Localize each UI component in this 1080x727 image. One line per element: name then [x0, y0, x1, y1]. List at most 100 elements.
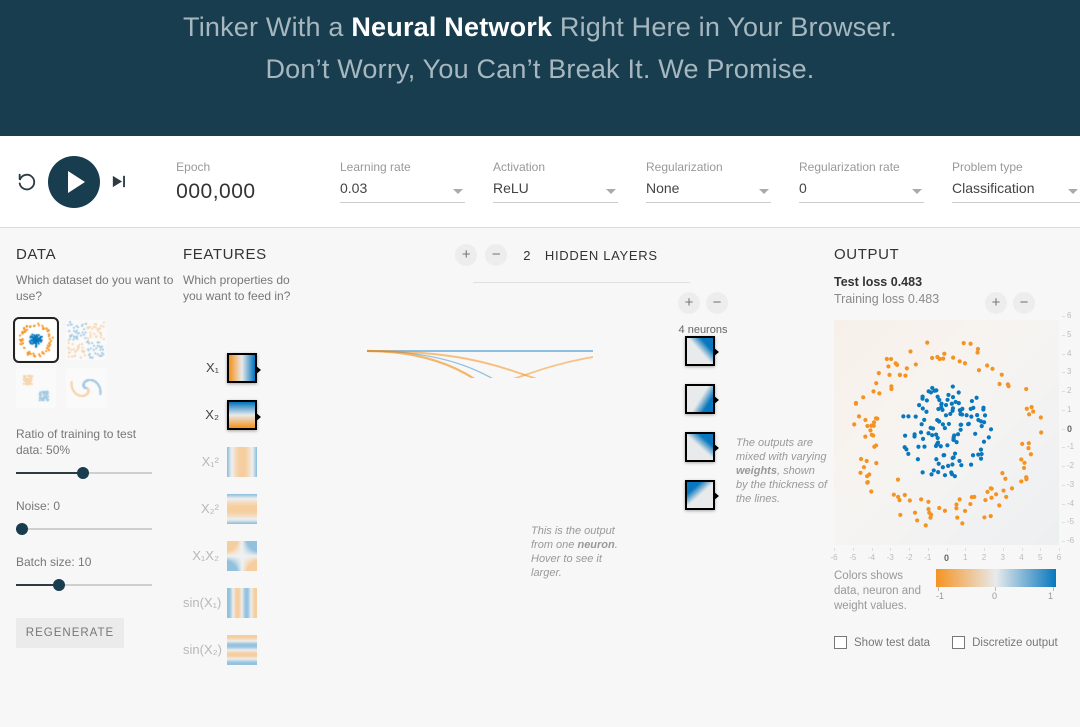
add-neuron-layer-1-button[interactable]: +: [678, 292, 700, 314]
discretize-output-checkbox[interactable]: Discretize output: [952, 636, 1058, 649]
ratio-slider-knob[interactable]: [77, 467, 89, 479]
features-panel-subtitle: Which properties do you want to feed in?: [183, 272, 293, 304]
feature-row-x1x2[interactable]: X₁X₂: [183, 532, 293, 579]
hidden-layers-label: HIDDEN LAYERS: [545, 248, 658, 263]
y-tick: -2: [1067, 461, 1074, 470]
problem-type-select[interactable]: Classification: [952, 180, 1080, 203]
x-tick: -3: [887, 553, 894, 562]
x-tick-mark: [984, 548, 985, 551]
activation-select[interactable]: ReLU: [493, 180, 618, 203]
y-tick-mark: [1062, 354, 1065, 355]
neuron-hint-note: This is the output from one neuron. Hove…: [531, 524, 623, 580]
feature-thumbnail-x2sq[interactable]: [227, 494, 257, 524]
gauss-dataset[interactable]: [16, 368, 56, 408]
x-tick-mark: [890, 548, 891, 551]
color-legend-text: Colors shows data, neuron and weight val…: [834, 569, 926, 614]
spiral-dataset[interactable]: [66, 368, 106, 408]
feature-thumbnail-x1sq[interactable]: [227, 447, 257, 477]
noise-slider-knob[interactable]: [16, 523, 28, 535]
x-tick: -4: [868, 553, 875, 562]
activation-value: ReLU: [493, 180, 529, 196]
feature-thumbnail-x1x2[interactable]: [227, 541, 257, 571]
y-tick-mark: [1062, 335, 1065, 336]
training-loss-value: 0.483: [908, 292, 939, 306]
learning-rate-select[interactable]: 0.03: [340, 180, 465, 203]
feature-thumbnail-x1[interactable]: [227, 353, 257, 383]
feature-thumbnail-x2[interactable]: [227, 400, 257, 430]
xor-dataset[interactable]: [66, 320, 106, 360]
y-tick-mark: [1062, 429, 1065, 430]
y-tick: -1: [1067, 442, 1074, 451]
feature-row-sinx1[interactable]: sin(X₁): [183, 579, 293, 626]
checkbox-icon: [834, 636, 847, 649]
regenerate-button[interactable]: REGENERATE: [16, 618, 124, 648]
feature-thumbnail-sinx1[interactable]: [227, 588, 257, 618]
batch-label: Batch size: 10: [16, 554, 152, 570]
x-tick: 4: [1019, 553, 1023, 562]
batch-slider-knob[interactable]: [53, 579, 65, 591]
neuron-layer1-0[interactable]: [685, 336, 715, 366]
feature-row-sinx2[interactable]: sin(X₂): [183, 626, 293, 673]
regularization-label: Regularization: [646, 160, 771, 174]
hidden-layer-controls: + − 2 HIDDEN LAYERS: [293, 228, 820, 266]
step-forward-icon[interactable]: [110, 173, 127, 190]
header-line-1-post: Right Here in Your Browser.: [552, 12, 897, 42]
feature-row-x1[interactable]: X₁: [183, 344, 293, 391]
neuron-layer1-2[interactable]: [685, 432, 715, 462]
feature-thumbnail-sinx2[interactable]: [227, 635, 257, 665]
x-tick: 6: [1057, 553, 1061, 562]
noise-value: 0: [53, 499, 60, 513]
color-legend: Colors shows data, neuron and weight val…: [834, 569, 1066, 614]
x-axis-ticks: -6-5-4-3-2-10123456: [834, 548, 1059, 562]
play-icon[interactable]: [48, 156, 100, 208]
reset-icon[interactable]: [16, 171, 38, 193]
noise-label: Noise: 0: [16, 498, 152, 514]
gradient-tick-mark: [1053, 587, 1054, 591]
ratio-label: Ratio of training to test data: 50%: [16, 426, 152, 458]
circle-dataset[interactable]: [16, 320, 56, 360]
x-tick-mark: [1003, 548, 1004, 551]
data-panel: DATA Which dataset do you want to use? R…: [0, 228, 175, 727]
x-tick-mark: [1022, 548, 1023, 551]
noise-slider[interactable]: [16, 522, 152, 536]
neuron-layer1-3[interactable]: [685, 480, 715, 510]
add-neuron-layer-2-button[interactable]: +: [985, 292, 1007, 314]
noise-slider-block: Noise: 0: [16, 498, 152, 536]
batch-slider-fill: [16, 584, 57, 586]
ratio-slider[interactable]: [16, 466, 152, 480]
y-tick-mark: [1062, 504, 1065, 505]
output-plot[interactable]: 6543210-1-2-3-4-5-6 -6-5-4-3-2-10123456: [834, 320, 1059, 545]
problem-type-label: Problem type: [952, 160, 1080, 174]
y-tick: 4: [1067, 349, 1071, 358]
batch-slider[interactable]: [16, 578, 152, 592]
neuron-layer1-1[interactable]: [685, 384, 715, 414]
x-tick-mark: [1059, 548, 1060, 551]
feature-label-x2: X₂: [183, 407, 227, 422]
remove-neuron-layer-2-button[interactable]: −: [1013, 292, 1035, 314]
y-tick: -5: [1067, 517, 1074, 526]
network-divider: [473, 282, 690, 283]
layer-1-neuron-count: 4 neurons: [663, 324, 743, 336]
remove-neuron-layer-1-button[interactable]: −: [706, 292, 728, 314]
epoch-value: 000,000: [176, 180, 318, 204]
regularization-select[interactable]: None: [646, 180, 771, 203]
weights-hint-pre: The outputs are mixed with varying: [736, 437, 826, 463]
x-tick: -1: [924, 553, 931, 562]
feature-row-x1sq[interactable]: X₁²: [183, 438, 293, 485]
feature-row-x2sq[interactable]: X₂²: [183, 485, 293, 532]
x-tick: 2: [982, 553, 986, 562]
connection-line: [367, 351, 593, 378]
gradient-tick: 0: [992, 591, 997, 601]
show-test-data-checkbox[interactable]: Show test data: [834, 636, 930, 649]
y-tick: 5: [1067, 330, 1071, 339]
regularization-rate-select[interactable]: 0: [799, 180, 924, 203]
remove-layer-button[interactable]: −: [485, 244, 507, 266]
chevron-down-icon: [759, 189, 769, 194]
y-tick: -6: [1067, 536, 1074, 545]
feature-row-x2[interactable]: X₂: [183, 391, 293, 438]
y-tick-mark: [1062, 316, 1065, 317]
output-scatter-canvas: [834, 320, 1059, 545]
layer-1-buttons: + −: [663, 292, 743, 314]
x-tick: -2: [905, 553, 912, 562]
add-layer-button[interactable]: +: [455, 244, 477, 266]
